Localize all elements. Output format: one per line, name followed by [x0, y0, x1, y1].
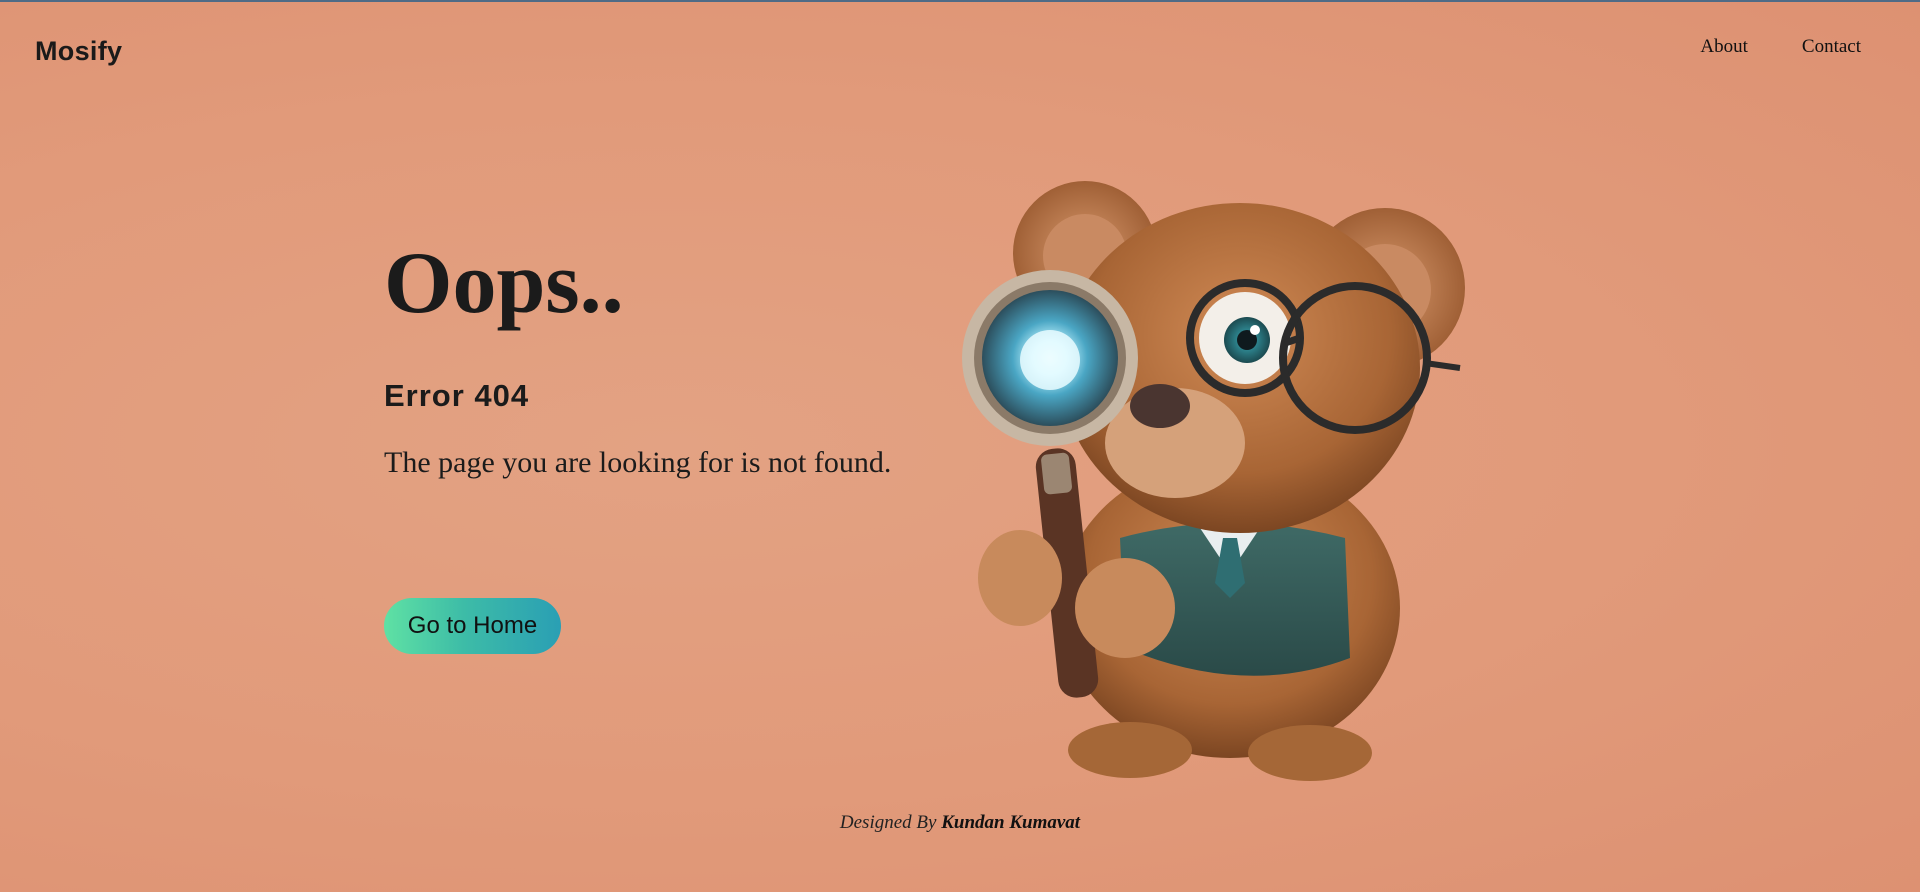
top-rule [0, 0, 1920, 2]
error-code: Error 404 [384, 378, 530, 413]
teddy-bear-illustration [962, 181, 1465, 781]
footer-author: Kundan Kumavat [941, 812, 1081, 833]
top-nav: About Contact [1700, 36, 1861, 58]
nav-link-contact[interactable]: Contact [1802, 36, 1861, 58]
page-title: Oops.. [384, 235, 624, 332]
brand-logo[interactable]: Mosify [35, 36, 122, 67]
go-home-button[interactable]: Go to Home [384, 598, 561, 654]
error-content: Oops.. Error 404 The page you are lookin… [384, 240, 891, 480]
nav-link-about[interactable]: About [1700, 36, 1748, 58]
error-message: The page you are looking for is not foun… [384, 446, 892, 479]
footer-prefix: Designed By [839, 812, 937, 833]
footer-credit: Designed By Kundan Kumavat [0, 812, 1920, 834]
